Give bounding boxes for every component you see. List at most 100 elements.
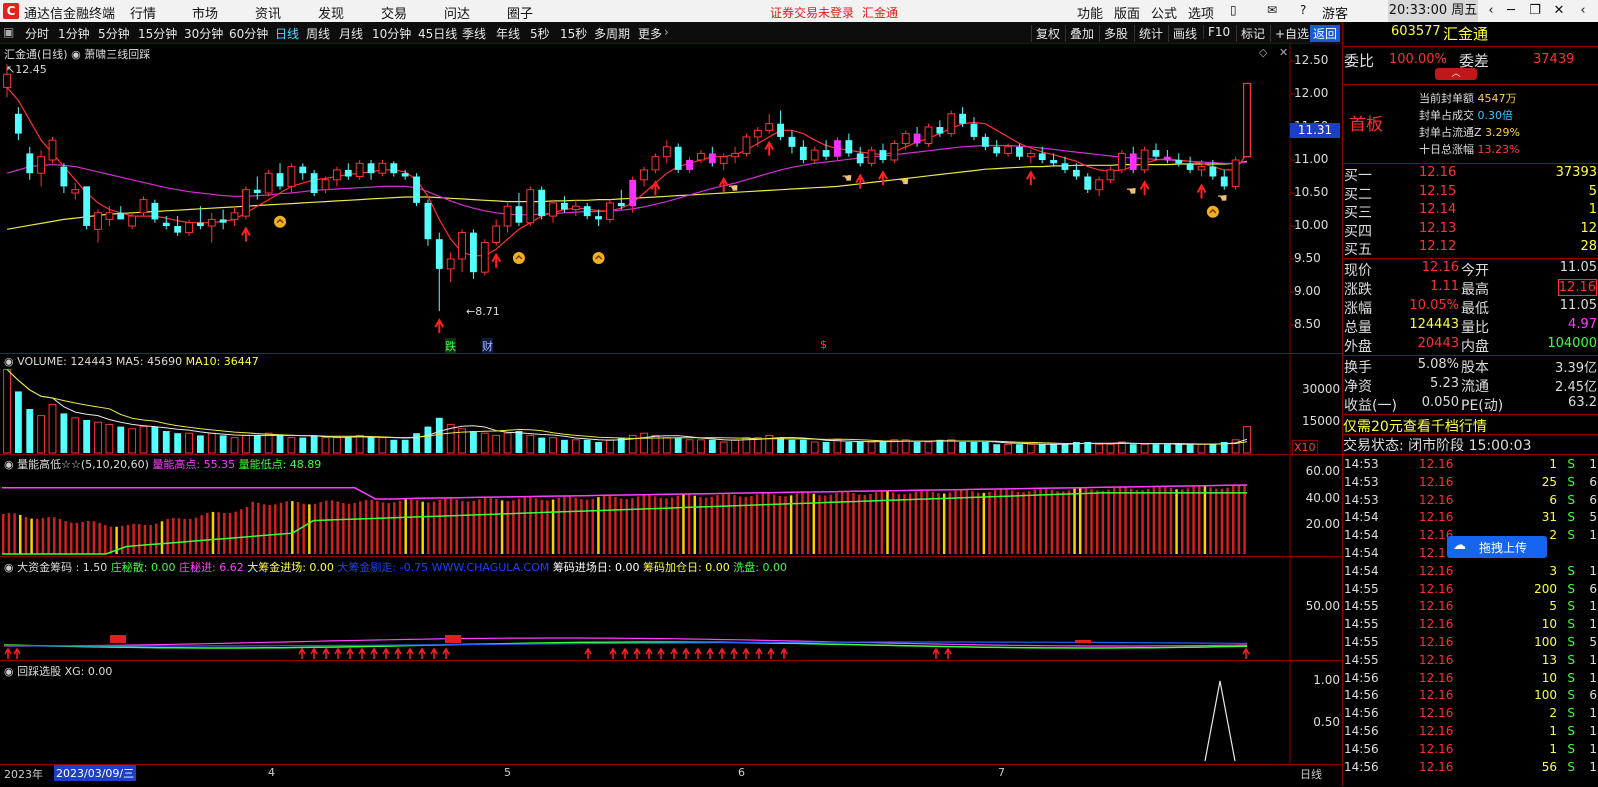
period-multi[interactable]: 多周期 <box>594 25 630 42</box>
tick-row[interactable]: 14:56 12.16 56 S 1 <box>1343 759 1598 777</box>
period-weekly[interactable]: 周线 <box>306 25 330 42</box>
kline-candle <box>230 212 239 220</box>
menu-banmian[interactable]: 版面 <box>1114 3 1140 22</box>
seal-line-label: 当前封单额 <box>1419 92 1478 105</box>
tick-row[interactable]: 14:55 12.16 10 S 1 <box>1343 616 1598 634</box>
period-more[interactable]: 更多 <box>638 25 662 42</box>
tick-row[interactable]: 14:56 12.16 10 S 1 <box>1343 670 1598 688</box>
tick-row[interactable]: 14:55 12.16 5 S 1 <box>1343 598 1598 616</box>
fund-chart[interactable] <box>0 557 1342 661</box>
clock: 20:33:00 周五 <box>1388 0 1478 22</box>
close-icon[interactable]: ✕ <box>1548 2 1570 20</box>
pick-panel[interactable]: ◉ 回踩选股 XG: 0.00 1.00 0.50 <box>0 660 1342 765</box>
period-10min[interactable]: 10分钟 <box>372 25 411 42</box>
energy-bar <box>908 493 912 554</box>
menu-gongneng[interactable]: 功能 <box>1077 3 1103 22</box>
back-icon[interactable]: ‹ <box>1480 2 1502 20</box>
user-label[interactable]: 游客 <box>1322 3 1348 22</box>
tick-row[interactable]: 14:56 12.16 1 S 1 <box>1343 723 1598 741</box>
volume-bar <box>503 432 512 454</box>
menu-jiaoyi[interactable]: 交易 <box>381 3 407 22</box>
price-axis-label: 10.00 <box>1294 218 1329 232</box>
period-5min[interactable]: 5分钟 <box>98 25 130 42</box>
phone-icon[interactable]: ▯ <box>1230 3 1237 17</box>
event-mark-die[interactable]: 跌 <box>445 338 456 354</box>
pick-chart[interactable] <box>0 661 1342 765</box>
upload-button[interactable]: ☁ 拖拽上传 <box>1447 536 1547 558</box>
fund-panel[interactable]: ◉ 大资金筹码 : 1.50 庄秘散: 0.00 庄秘进: 6.62 大筹金进场… <box>0 556 1342 661</box>
tool-fuquan[interactable]: 复权 <box>1031 25 1060 42</box>
tool-biaoji[interactable]: 标记 <box>1236 25 1265 42</box>
tool-diejia[interactable]: 叠加 <box>1065 25 1094 42</box>
kline-chart[interactable]: ☚ ☚ ☚ ☚ ☚ <box>0 43 1342 353</box>
tick-side: S <box>1567 724 1575 738</box>
kline-candle <box>993 146 1001 154</box>
bid-row[interactable]: 买二 12.15 5 <box>1343 184 1598 203</box>
restore-icon[interactable]: ❐ <box>1524 2 1546 20</box>
tick-row[interactable]: 14:55 12.16 100 S 5 <box>1343 634 1598 652</box>
tick-row[interactable]: 14:53 12.16 25 S 6 <box>1343 474 1598 492</box>
help-icon[interactable]: ? <box>1300 3 1306 17</box>
period-15sec[interactable]: 15秒 <box>560 25 587 42</box>
tool-tongji[interactable]: 统计 <box>1134 25 1163 42</box>
tick-row[interactable]: 14:53 12.16 6 S 6 <box>1343 492 1598 510</box>
expand-icon[interactable]: ‹ <box>1572 2 1594 20</box>
energy-panel[interactable]: ◉ 量能高低☆☆(5,10,20,60) 量能高点: 55.35 量能低点: 4… <box>0 454 1342 557</box>
menu-hangqing[interactable]: 行情 <box>130 3 156 22</box>
more-chevron-icon[interactable]: › <box>664 25 669 39</box>
tool-huaxian[interactable]: 画线 <box>1168 25 1197 42</box>
menu-shichang[interactable]: 市场 <box>192 3 218 22</box>
tick-row[interactable]: 14:55 12.16 200 S 6 <box>1343 581 1598 599</box>
collapse-chevron-icon[interactable]: ︿ <box>1435 68 1477 80</box>
hand-pointer-icon: ☚ <box>841 171 852 185</box>
tick-row[interactable]: 14:55 12.16 13 S 1 <box>1343 652 1598 670</box>
menu-wenda[interactable]: 问达 <box>444 3 470 22</box>
volume-panel[interactable]: ◉ VOLUME: 124443 MA5: 45690 MA10: 36447 … <box>0 353 1342 455</box>
volume-bar <box>1038 444 1046 453</box>
event-mark-cai[interactable]: 财 <box>482 338 493 354</box>
tool-zixuan[interactable]: +自选 <box>1270 25 1309 42</box>
menu-gongshi[interactable]: 公式 <box>1151 3 1177 22</box>
period-5sec[interactable]: 5秒 <box>530 25 550 42</box>
tick-side: S <box>1567 652 1575 667</box>
period-30min[interactable]: 30分钟 <box>184 25 223 42</box>
tick-row[interactable]: 14:56 12.16 100 S 6 <box>1343 687 1598 705</box>
kline-panel[interactable]: 汇金通(日线) ◉ 萧啸三线回踩 ◇ ✕ ☚ ☚ ☚ ☚ ☚ 12.50 12.00 11.… <box>0 43 1342 354</box>
period-1min[interactable]: 1分钟 <box>58 25 90 42</box>
sidebar-toggle-icon[interactable]: ▣ <box>3 25 14 39</box>
menu-quanzi[interactable]: 圈子 <box>507 3 533 22</box>
menu-xuanxiang[interactable]: 选项 <box>1188 3 1214 22</box>
period-monthly[interactable]: 月线 <box>339 25 363 42</box>
period-45day[interactable]: 45日线 <box>418 25 457 42</box>
period-fenshi[interactable]: 分时 <box>25 25 49 42</box>
energy-chart[interactable] <box>0 455 1342 557</box>
tick-row[interactable]: 14:56 12.16 2 S 1 <box>1343 705 1598 723</box>
tick-side: S <box>1567 581 1575 596</box>
tool-duogu[interactable]: 多股 <box>1099 25 1128 42</box>
tick-row[interactable]: 14:54 12.16 31 S 5 <box>1343 509 1598 527</box>
tick-row[interactable]: 14:54 12.16 3 S 1 <box>1343 563 1598 581</box>
period-60min[interactable]: 60分钟 <box>229 25 268 42</box>
fund-arrow-icon <box>621 647 629 659</box>
login-notice[interactable]: 证券交易未登录 <box>770 4 854 21</box>
menu-faxian[interactable]: 发现 <box>318 3 344 22</box>
tool-back-button[interactable]: 返回 <box>1310 25 1341 42</box>
bid-row[interactable]: 买一 12.16 37393 <box>1343 165 1598 184</box>
menu-zixun[interactable]: 资讯 <box>255 3 281 22</box>
tool-f10[interactable]: F10 <box>1203 25 1230 39</box>
bid-row[interactable]: 买三 12.14 1 <box>1343 202 1598 221</box>
promo-link[interactable]: 仅需20元查看千档行情 <box>1343 416 1487 436</box>
period-15min[interactable]: 15分钟 <box>138 25 177 42</box>
event-mark-dollar[interactable]: $ <box>820 338 827 351</box>
period-daily[interactable]: 日线 <box>275 25 299 42</box>
bid-row[interactable]: 买四 12.13 12 <box>1343 221 1598 240</box>
tick-time: 14:56 <box>1344 688 1379 703</box>
tick-row[interactable]: 14:53 12.16 1 S 1 <box>1343 456 1598 474</box>
minimize-icon[interactable]: ─ <box>1500 2 1522 20</box>
period-quarter[interactable]: 季线 <box>462 25 486 42</box>
mail-icon[interactable]: ✉ <box>1267 3 1277 17</box>
bid-row[interactable]: 买五 12.12 28 <box>1343 239 1598 258</box>
period-year[interactable]: 年线 <box>496 25 520 42</box>
tick-row[interactable]: 14:56 12.16 1 S 1 <box>1343 741 1598 759</box>
volume-chart[interactable] <box>0 354 1342 455</box>
